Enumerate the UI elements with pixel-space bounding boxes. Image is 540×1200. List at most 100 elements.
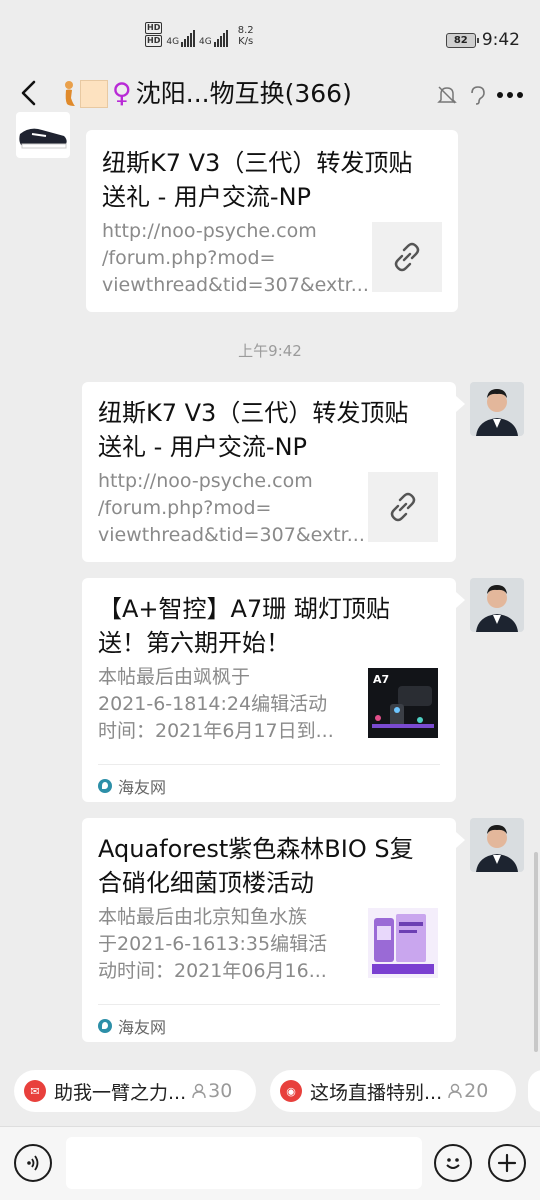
sneaker-icon: [19, 128, 67, 149]
link-icon: [394, 242, 420, 272]
article-thumbnail: [368, 908, 438, 978]
card-divider: [98, 1004, 440, 1005]
person-avatar-icon: [470, 382, 524, 436]
more-icon[interactable]: [496, 91, 524, 99]
plus-icon: [497, 1153, 517, 1173]
source-logo-icon: [98, 1019, 112, 1033]
link-thumbnail: [372, 222, 442, 292]
voice-toggle-button[interactable]: [14, 1144, 52, 1182]
signal-bars-icon: [181, 29, 196, 47]
more-actions-button[interactable]: [488, 1144, 526, 1182]
card-title-line: 纽斯K7 V3（三代）转发顶贴: [102, 149, 413, 177]
live-chip-partial[interactable]: [528, 1070, 540, 1112]
voice-icon: [27, 1155, 39, 1171]
shared-article-card[interactable]: Aquaforest紫色森林BIO S复 合硝化细菌顶楼活动 本帖最后由北京知鱼…: [82, 818, 456, 1042]
card-summary: 本帖最后由飒枫于 2021-6-1814:24编辑活动 时间：2021年6月17…: [98, 666, 334, 742]
chip-label: 这场直播特别...: [310, 1081, 443, 1104]
thumb-label: A7: [373, 673, 389, 686]
hd-badge: HD: [145, 22, 163, 34]
chip-count-value: 20: [464, 1080, 489, 1102]
chat-title: 沈阳...物互换(366): [135, 79, 352, 108]
chat-title-row[interactable]: ♀ 沈阳...物互换(366): [62, 76, 352, 112]
product-bottle-image-icon: [368, 908, 438, 978]
my-avatar[interactable]: [470, 578, 524, 632]
network-type: 4G: [199, 37, 212, 47]
person-icon: [192, 1083, 206, 1099]
shared-link-card[interactable]: 纽斯K7 V3（三代）转发顶贴 送礼 - 用户交流-NP http://noo-…: [82, 382, 456, 562]
chip-count: 30: [192, 1080, 232, 1102]
my-avatar[interactable]: [470, 382, 524, 436]
card-title: 【A+智控】A7珊 瑚灯顶贴 送！第六期开始！: [98, 592, 390, 660]
female-sign-icon: ♀: [112, 78, 132, 109]
live-chip[interactable]: ◉ 这场直播特别... 20: [270, 1070, 516, 1112]
chat-header: ♀ 沈阳...物互换(366): [0, 62, 540, 126]
source-name: 海友网: [118, 1018, 167, 1037]
bubble-tail: [456, 832, 465, 848]
card-url: http://noo-psyche.com /forum.php?mod= vi…: [102, 220, 369, 296]
signal-2: 4G: [199, 29, 228, 47]
card-title: 纽斯K7 V3（三代）转发顶贴 送礼 - 用户交流-NP: [98, 396, 408, 464]
mute-bell-icon: [437, 86, 457, 104]
hd-indicator: HD HD: [145, 22, 163, 47]
mermaid-emoji-icon: [65, 81, 75, 106]
article-source: 海友网: [98, 1014, 166, 1038]
network-type: 4G: [166, 37, 180, 47]
header-actions: [436, 84, 524, 106]
shared-link-card[interactable]: 纽斯K7 V3（三代）转发顶贴 送礼 - 用户交流-NP http://noo-…: [86, 130, 458, 312]
chip-count-value: 30: [208, 1080, 233, 1102]
card-title: 纽斯K7 V3（三代）转发顶贴 送礼 - 用户交流-NP: [102, 146, 412, 214]
sender-avatar[interactable]: [16, 112, 70, 158]
ear-icon: [471, 86, 485, 105]
live-chip[interactable]: ✉ 助我一臂之力... 30: [14, 1070, 256, 1112]
message-input[interactable]: [66, 1137, 422, 1189]
battery-level: 82: [453, 34, 468, 46]
shared-article-card[interactable]: 【A+智控】A7珊 瑚灯顶贴 送！第六期开始！ 本帖最后由飒枫于 2021-6-…: [82, 578, 456, 802]
live-icon: ◉: [280, 1080, 302, 1102]
bubble-tail: [456, 592, 465, 608]
card-title: Aquaforest紫色森林BIO S复 合硝化细菌顶楼活动: [98, 832, 414, 900]
input-bar: [0, 1126, 540, 1200]
status-left: HD HD 4G 4G 8.2 K/s: [145, 22, 254, 47]
gift-icon: ✉: [24, 1080, 46, 1102]
hd-badge: HD: [145, 35, 163, 47]
network-speed: 8.2 K/s: [238, 25, 254, 47]
message-timestamp: 上午9:42: [238, 342, 302, 360]
card-title-line: 【A+智控】A7珊 瑚灯顶贴: [98, 595, 390, 623]
scrollbar[interactable]: [534, 852, 538, 1052]
signal-bars-icon: [213, 29, 228, 47]
bubble-tail: [456, 396, 465, 412]
card-divider: [98, 764, 440, 765]
chip-count: 20: [448, 1080, 488, 1102]
source-logo-icon: [98, 779, 112, 793]
chevron-left-icon: [21, 80, 36, 106]
card-title-line: 纽斯K7 V3（三代）转发顶贴: [98, 399, 409, 427]
my-avatar[interactable]: [470, 818, 524, 872]
link-thumbnail: [368, 472, 438, 542]
live-chips-row: ✉ 助我一臂之力... 30 ◉ 这场直播特别... 20: [0, 1060, 540, 1126]
status-bar: HD HD 4G 4G 8.2 K/s 82 9:42: [0, 0, 540, 62]
source-name: 海友网: [118, 778, 167, 797]
link-icon: [390, 492, 416, 522]
card-title-line: Aquaforest紫色森林BIO S复: [98, 835, 414, 863]
article-thumbnail: A7: [368, 668, 438, 738]
person-icon: [448, 1083, 462, 1099]
card-title-line: 送！第六期开始！: [98, 629, 290, 657]
smiley-icon: [446, 1158, 460, 1169]
status-right: 82 9:42: [445, 30, 520, 50]
card-title-line: 送礼 - 用户交流-NP: [98, 433, 308, 461]
card-title-line: 合硝化细菌顶楼活动: [98, 869, 314, 897]
emoji-placeholder-icon: [80, 80, 108, 108]
clock: 9:42: [481, 30, 520, 50]
coral-lamp-image-icon: A7: [368, 668, 438, 738]
battery-icon: 82: [445, 32, 479, 48]
speed-unit: K/s: [238, 36, 254, 47]
article-source: 海友网: [98, 774, 166, 798]
card-url: http://noo-psyche.com /forum.php?mod= vi…: [98, 470, 365, 546]
card-title-line: 送礼 - 用户交流-NP: [102, 183, 312, 211]
chip-label: 助我一臂之力...: [54, 1081, 187, 1104]
card-summary: 本帖最后由北京知鱼水族 于2021-6-1613:35编辑活 动时间：2021年…: [98, 906, 328, 982]
person-avatar-icon: [470, 818, 524, 872]
emoji-button[interactable]: [434, 1144, 472, 1182]
back-button[interactable]: [14, 76, 44, 110]
speed-value: 8.2: [237, 25, 254, 36]
